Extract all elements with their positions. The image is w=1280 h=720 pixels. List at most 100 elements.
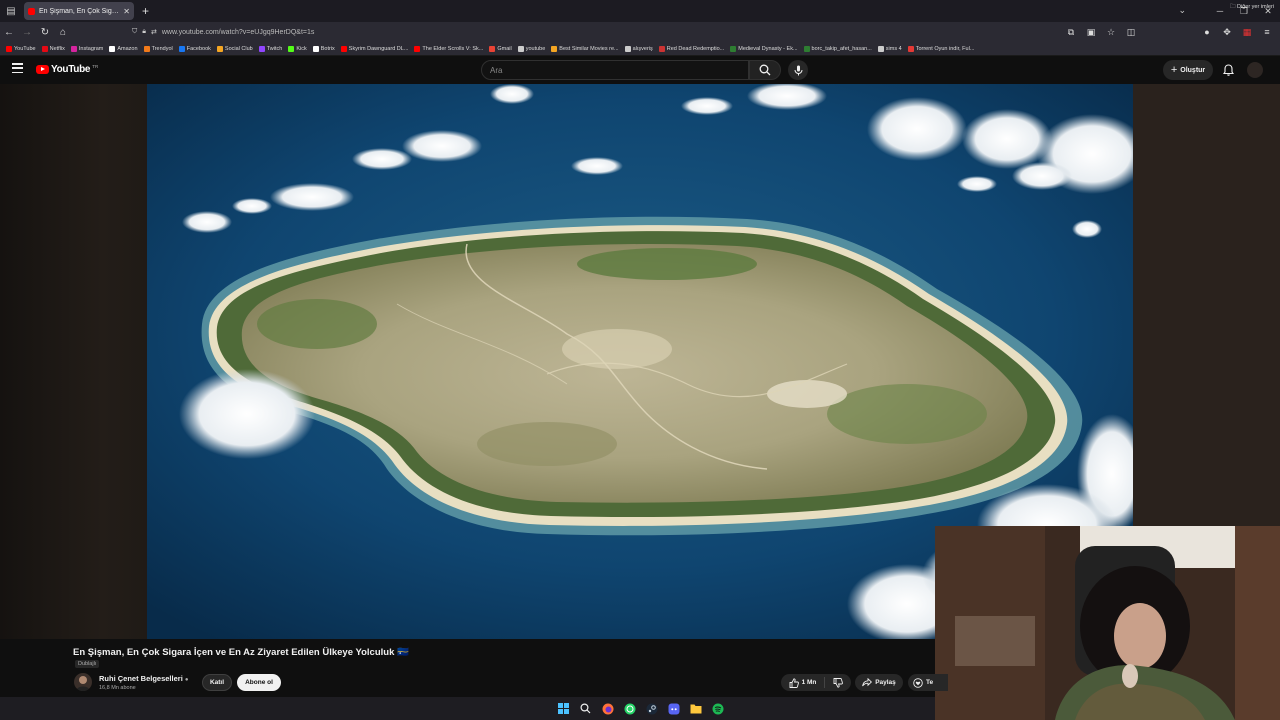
steam-icon[interactable] [644,701,659,716]
bookmark-item[interactable]: Botrix [312,45,335,52]
close-tab-icon[interactable]: ✕ [123,7,130,16]
extensions-icon[interactable]: ✥ [1220,27,1234,38]
menu-icon[interactable]: ≡ [1260,27,1274,37]
lock-icon[interactable]: 🔒︎ [142,28,146,36]
file-explorer-icon[interactable] [688,701,703,716]
whatsapp-icon[interactable] [622,701,637,716]
bookmark-item[interactable]: Instagram [70,45,103,52]
account-avatar[interactable] [1247,62,1263,78]
bookmark-item[interactable]: Skyrim Dawnguard DL... [340,45,408,52]
share-button[interactable]: Paylaş [855,674,903,691]
bookmark-item[interactable]: sims 4 [877,45,902,52]
thanks-label: Te [926,679,934,686]
screenshot-icon[interactable]: ◫ [1124,27,1138,38]
bookmark-item[interactable]: YouTube [6,45,36,52]
like-button[interactable]: 1 Mn [781,677,825,688]
search-button[interactable] [749,60,781,80]
video-info: En Şişman, En Çok Sigara İçen ve En Az Z… [0,639,948,697]
bookmark-item[interactable]: youtube [517,45,545,52]
webcam-overlay [935,526,1280,720]
picture-in-picture-icon[interactable]: ⧉ [1064,27,1078,38]
reload-button[interactable]: ↻ [36,27,54,38]
notifications-bell-icon[interactable] [1220,62,1236,78]
search-icon [759,64,771,76]
permissions-icon[interactable]: ⇄ [151,28,157,36]
search-placeholder: Ara [490,65,503,75]
voice-search-button[interactable] [788,60,808,80]
other-bookmarks[interactable]: 🗀 Diğer yer imleri [1230,3,1274,12]
bookmark-item[interactable]: Red Dead Redemptio... [658,45,724,52]
search-input[interactable]: Ara [481,60,749,80]
join-button[interactable]: Katıl [202,674,232,691]
bookmark-item[interactable]: Twitch [258,45,282,52]
bookmark-item[interactable]: Torrent Oyun indir, Ful... [907,45,974,52]
dislike-button[interactable] [825,677,851,688]
bookmark-favicon-icon [178,45,185,52]
bookmark-item[interactable]: borc_takip_afet_hasan... [803,45,872,52]
bookmark-item[interactable]: Social Club [216,45,253,52]
tab-title: En Şişman, En Çok Sigara İçen ve... [39,7,119,15]
bookmark-label: Medieval Dynasty - Ek... [738,45,798,52]
like-count: 1 Mn [801,679,817,686]
channel-avatar[interactable] [74,673,92,691]
account-icon[interactable]: ● [1200,27,1214,37]
bookmark-favicon-icon [517,45,524,52]
bookmark-item[interactable]: Trendyol [143,45,173,52]
video-title: En Şişman, En Çok Sigara İçen ve En Az Z… [73,647,409,658]
tab-list-icon[interactable]: ▤ [0,0,22,22]
youtube-logo[interactable]: YouTube TR [36,64,98,75]
bookmark-star-icon[interactable]: ☆ [1104,27,1118,38]
tracking-shield-icon[interactable]: ⛉ [132,28,137,36]
like-dislike-group: 1 Mn [781,674,851,691]
bookmark-label: The Elder Scrolls V: Sk... [422,45,484,52]
bookmark-item[interactable]: The Elder Scrolls V: Sk... [414,45,484,52]
address-bar[interactable]: ⛉ 🔒︎ ⇄ www.youtube.com/watch?v=eUJgq9Her… [132,24,1012,40]
channel-name-text[interactable]: Ruhi Çenet Belgeselleri [99,674,183,683]
bookmark-item[interactable]: alışveriş [624,45,653,52]
tab-list-dropdown-icon[interactable]: ⌄ [1178,5,1186,16]
firefox-icon[interactable] [600,701,615,716]
channel-name[interactable]: Ruhi Çenet Belgeselleri ● [99,674,189,683]
bookmark-item[interactable]: Medieval Dynasty - Ek... [730,45,798,52]
bookmark-label: Netflix [49,45,65,52]
search-taskbar-icon[interactable] [578,701,593,716]
url-text[interactable]: www.youtube.com/watch?v=eUJgq9HerDQ&t=1s [162,29,315,36]
browser-tab-bar: ▤ En Şişman, En Çok Sigara İçen ve... ✕ … [0,0,1280,22]
bookmark-item[interactable]: Amazon [109,45,138,52]
new-tab-button[interactable]: + [142,4,149,18]
subscribe-button[interactable]: Abone ol [237,674,281,691]
bookmark-favicon-icon [414,45,421,52]
bookmark-label: Social Club [224,45,253,52]
webcam-feed-image [935,526,1280,720]
bookmark-favicon-icon [624,45,631,52]
windows-start-icon[interactable] [556,701,571,716]
create-label: Oluştur [1180,66,1206,74]
browser-tab-active[interactable]: En Şişman, En Çok Sigara İçen ve... ✕ [24,2,134,20]
minimize-icon[interactable]: ─ [1208,6,1232,16]
discord-icon[interactable] [666,701,681,716]
bookmark-favicon-icon [288,45,295,52]
bookmark-item[interactable]: Facebook [178,45,211,52]
bookmark-favicon-icon [109,45,116,52]
bookmark-label: Gmail [497,45,512,52]
spotify-icon[interactable] [710,701,725,716]
bookmark-item[interactable]: Gmail [489,45,512,52]
bookmark-item[interactable]: Kick [288,45,307,52]
forward-button[interactable]: → [18,27,36,38]
youtube-favicon-icon [28,7,35,15]
back-button[interactable]: ← [0,27,18,38]
bookmark-item[interactable]: Best Similar Movies re... [551,45,619,52]
bookmark-favicon-icon [216,45,223,52]
reader-view-icon[interactable]: ▣ [1084,27,1098,38]
thanks-button[interactable]: Te [908,674,948,691]
bookmark-item[interactable]: Netflix [41,45,65,52]
bookmark-label: sims 4 [885,45,902,52]
plus-icon: + [1170,64,1178,76]
bookmark-label: YouTube [14,45,36,52]
home-button[interactable]: ⌂ [54,27,72,38]
create-button[interactable]: + Oluştur [1163,60,1213,80]
taskbar-icons [556,701,725,716]
bookmark-favicon-icon [258,45,265,52]
extension-badge-icon[interactable]: ▦ [1240,27,1254,38]
guide-menu-icon[interactable] [12,63,23,74]
